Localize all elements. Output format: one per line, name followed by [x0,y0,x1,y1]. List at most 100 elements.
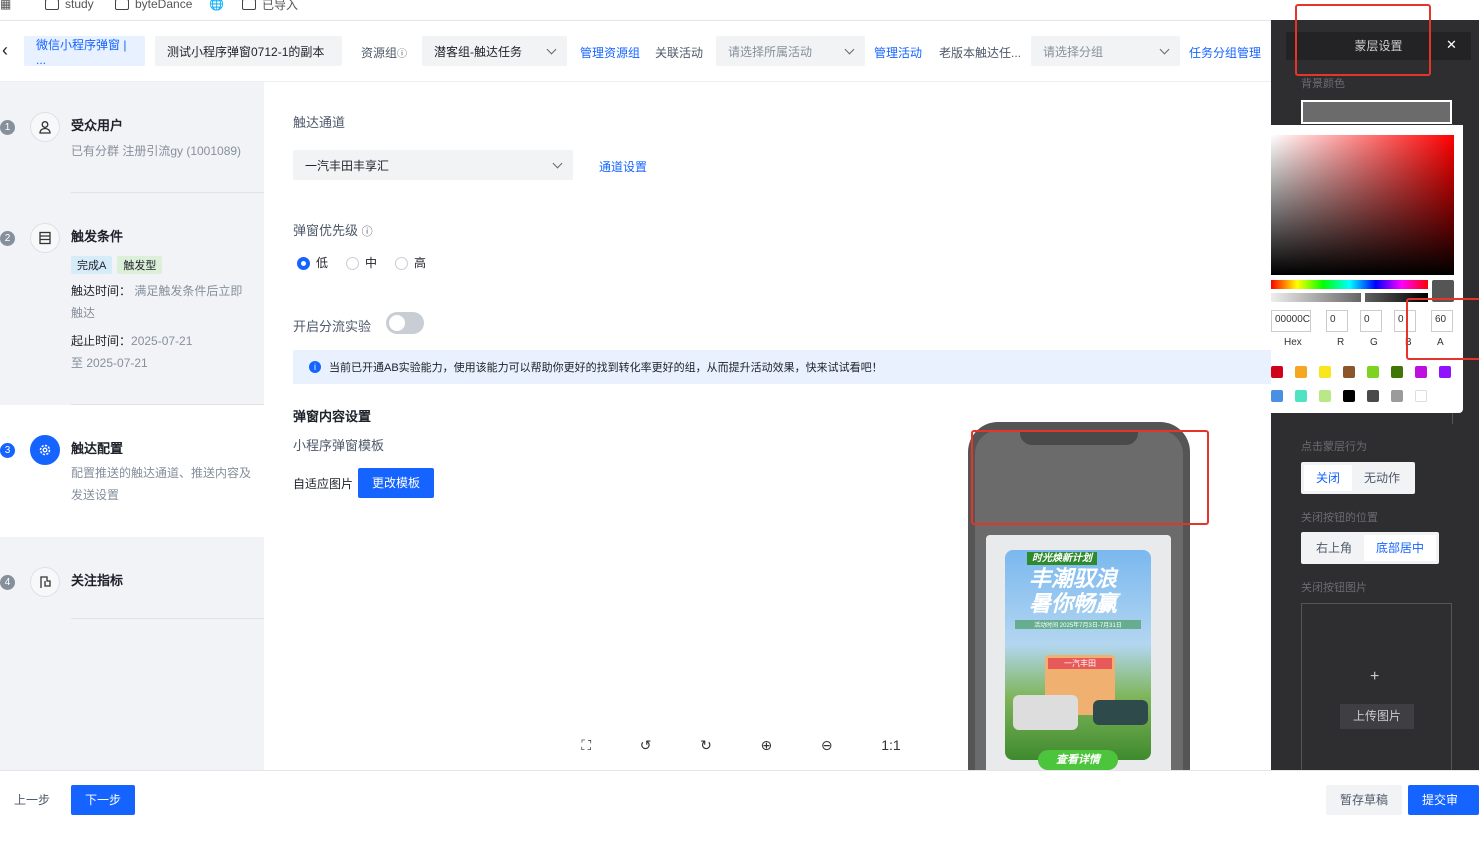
rotate-left-icon[interactable]: ↺ [640,737,652,754]
highlight-box [1295,4,1431,76]
change-template-button[interactable]: 更改模板 [358,468,435,498]
close-image-upload[interactable] [1301,603,1452,773]
highlight-box [1406,298,1479,360]
task-name-field[interactable]: 测试小程序弹窗0712-1的副本 [155,36,342,66]
ab-test-toggle[interactable] [386,312,424,334]
fullscreen-icon[interactable]: ⛶ [581,737,591,754]
priority-mid-radio[interactable]: 中 [346,254,377,271]
activity-select[interactable]: 请选择所属活动 [716,36,865,66]
color-swatch[interactable] [1271,366,1283,378]
step-desc: 已有分群 注册引流gy (1001089) [71,144,242,158]
step-title[interactable]: 受众用户 [71,115,123,134]
bookmark-study[interactable]: study [45,0,94,12]
color-swatch[interactable] [1439,366,1451,378]
priority-radio-group: 低 中 高 [297,254,426,271]
step-title[interactable]: 触达配置 [71,438,123,457]
color-swatch[interactable] [1415,390,1427,402]
step-title[interactable]: 关注指标 [71,570,123,589]
hue-slider[interactable] [1271,280,1428,289]
chevron-down-icon [844,44,855,54]
color-swatch[interactable] [1319,390,1331,402]
resource-group-label: 资源组ⓘ [361,46,408,60]
old-version-link[interactable]: 老版本触达任... [939,44,1021,61]
color-swatch[interactable] [1415,366,1427,378]
resource-group-select[interactable]: 潜客组-触达任务 [422,36,567,66]
back-button[interactable]: ‹ [2,40,8,61]
flag-icon [30,567,60,597]
alpha-slider[interactable] [1271,292,1428,303]
color-swatch[interactable] [1295,390,1307,402]
rotate-right-icon[interactable]: ↻ [700,737,712,754]
next-button[interactable]: 下一步 [71,785,136,815]
color-picker: 00000C 0 0 0 60 Hex R G B A [1271,125,1463,413]
close-position-label: 关闭按钮的位置 [1301,512,1378,524]
g-input[interactable]: 0 [1360,310,1382,332]
folder-icon [45,0,59,10]
poster-image: 时光焕新计划 丰潮驭浪 暑你畅赢 活动时间 2025年7月3日-7月31日 一汽丰… [1005,550,1151,760]
close-position-segmented: 右上角 底部居中 [1301,532,1440,564]
globe-icon[interactable]: 🌐 [209,0,224,12]
color-swatch[interactable] [1391,366,1403,378]
color-swatch[interactable] [1271,390,1283,402]
priority-low-radio[interactable]: 低 [297,254,328,271]
color-swatch[interactable] [1295,366,1307,378]
close-image-label: 关闭按钮图片 [1301,582,1367,594]
priority-high-radio[interactable]: 高 [395,254,426,271]
step-title[interactable]: 触发条件 [71,226,123,245]
plus-icon: + [1370,668,1380,685]
car-dark [1093,700,1148,725]
color-swatch[interactable] [1343,390,1355,402]
color-swatch[interactable] [1367,366,1379,378]
footer-bar [0,770,1479,825]
poster-badge: 时光焕新计划 [1027,552,1097,565]
step-number: 1 [0,120,15,135]
upload-image-button[interactable]: 上传图片 [1340,704,1414,729]
hex-input[interactable]: 00000C [1271,310,1311,332]
group-manage-link[interactable]: 任务分组管理 [1189,44,1261,61]
folder-icon [115,0,129,10]
list-icon [30,223,60,253]
pos-top-right-option[interactable]: 右上角 [1304,535,1364,561]
poster-cta[interactable]: 查看详情 [1038,750,1118,770]
chevron-down-icon [552,158,563,168]
manage-resource-group-link[interactable]: 管理资源组 [580,44,640,61]
poster-date: 活动时间 2025年7月3日-7月31日 [1015,620,1141,629]
r-input[interactable]: 0 [1326,310,1348,332]
apps-icon[interactable]: ▦ [0,0,11,12]
color-swatch[interactable] [1343,366,1355,378]
color-swatch[interactable] [1391,390,1403,402]
channel-label: 触达通道 [293,115,346,130]
content-settings-title: 弹窗内容设置 [293,409,372,424]
date-range: 起止时间：2025-07-21 至 2025-07-21 [71,334,193,370]
channel-settings-link[interactable]: 通道设置 [599,158,647,175]
actual-size-button[interactable]: 1:1 [881,737,900,753]
bookmark-imported[interactable]: 已导入 [242,0,298,12]
close-icon[interactable]: ✕ [1446,37,1457,53]
manage-activity-link[interactable]: 管理活动 [874,44,922,61]
gear-icon [30,435,60,465]
save-draft-button[interactable]: 暂存草稿 [1326,785,1403,815]
highlight-box [971,430,1209,525]
click-close-option[interactable]: 关闭 [1304,465,1353,491]
bg-color-swatch[interactable] [1301,100,1452,124]
zoom-in-icon[interactable]: ⊕ [760,737,772,754]
divider [71,618,264,619]
ab-test-label: 开启分流实验 [293,319,372,334]
step-number: 3 [0,443,15,458]
prev-button[interactable]: 上一步 [0,785,64,815]
car-white [1013,695,1078,730]
click-none-option[interactable]: 无动作 [1352,465,1412,491]
channel-select[interactable]: 一汽丰田丰享汇 [293,150,573,180]
color-swatch[interactable] [1367,390,1379,402]
priority-label: 弹窗优先级 ⓘ [293,223,373,238]
zoom-out-icon[interactable]: ⊖ [821,737,833,754]
pos-bottom-center-option[interactable]: 底部居中 [1364,535,1437,561]
saturation-area[interactable] [1271,135,1454,275]
bookmark-bytedance[interactable]: byteDance [115,0,192,12]
template-label: 小程序弹窗模板 [293,438,385,453]
group-select[interactable]: 请选择分组 [1031,36,1180,66]
color-swatch[interactable] [1319,366,1331,378]
submit-approval-button[interactable]: 提交审批 [1408,785,1479,837]
chevron-down-icon [1159,44,1170,54]
tab-active[interactable]: 微信小程序弹窗 | ... [24,36,145,67]
